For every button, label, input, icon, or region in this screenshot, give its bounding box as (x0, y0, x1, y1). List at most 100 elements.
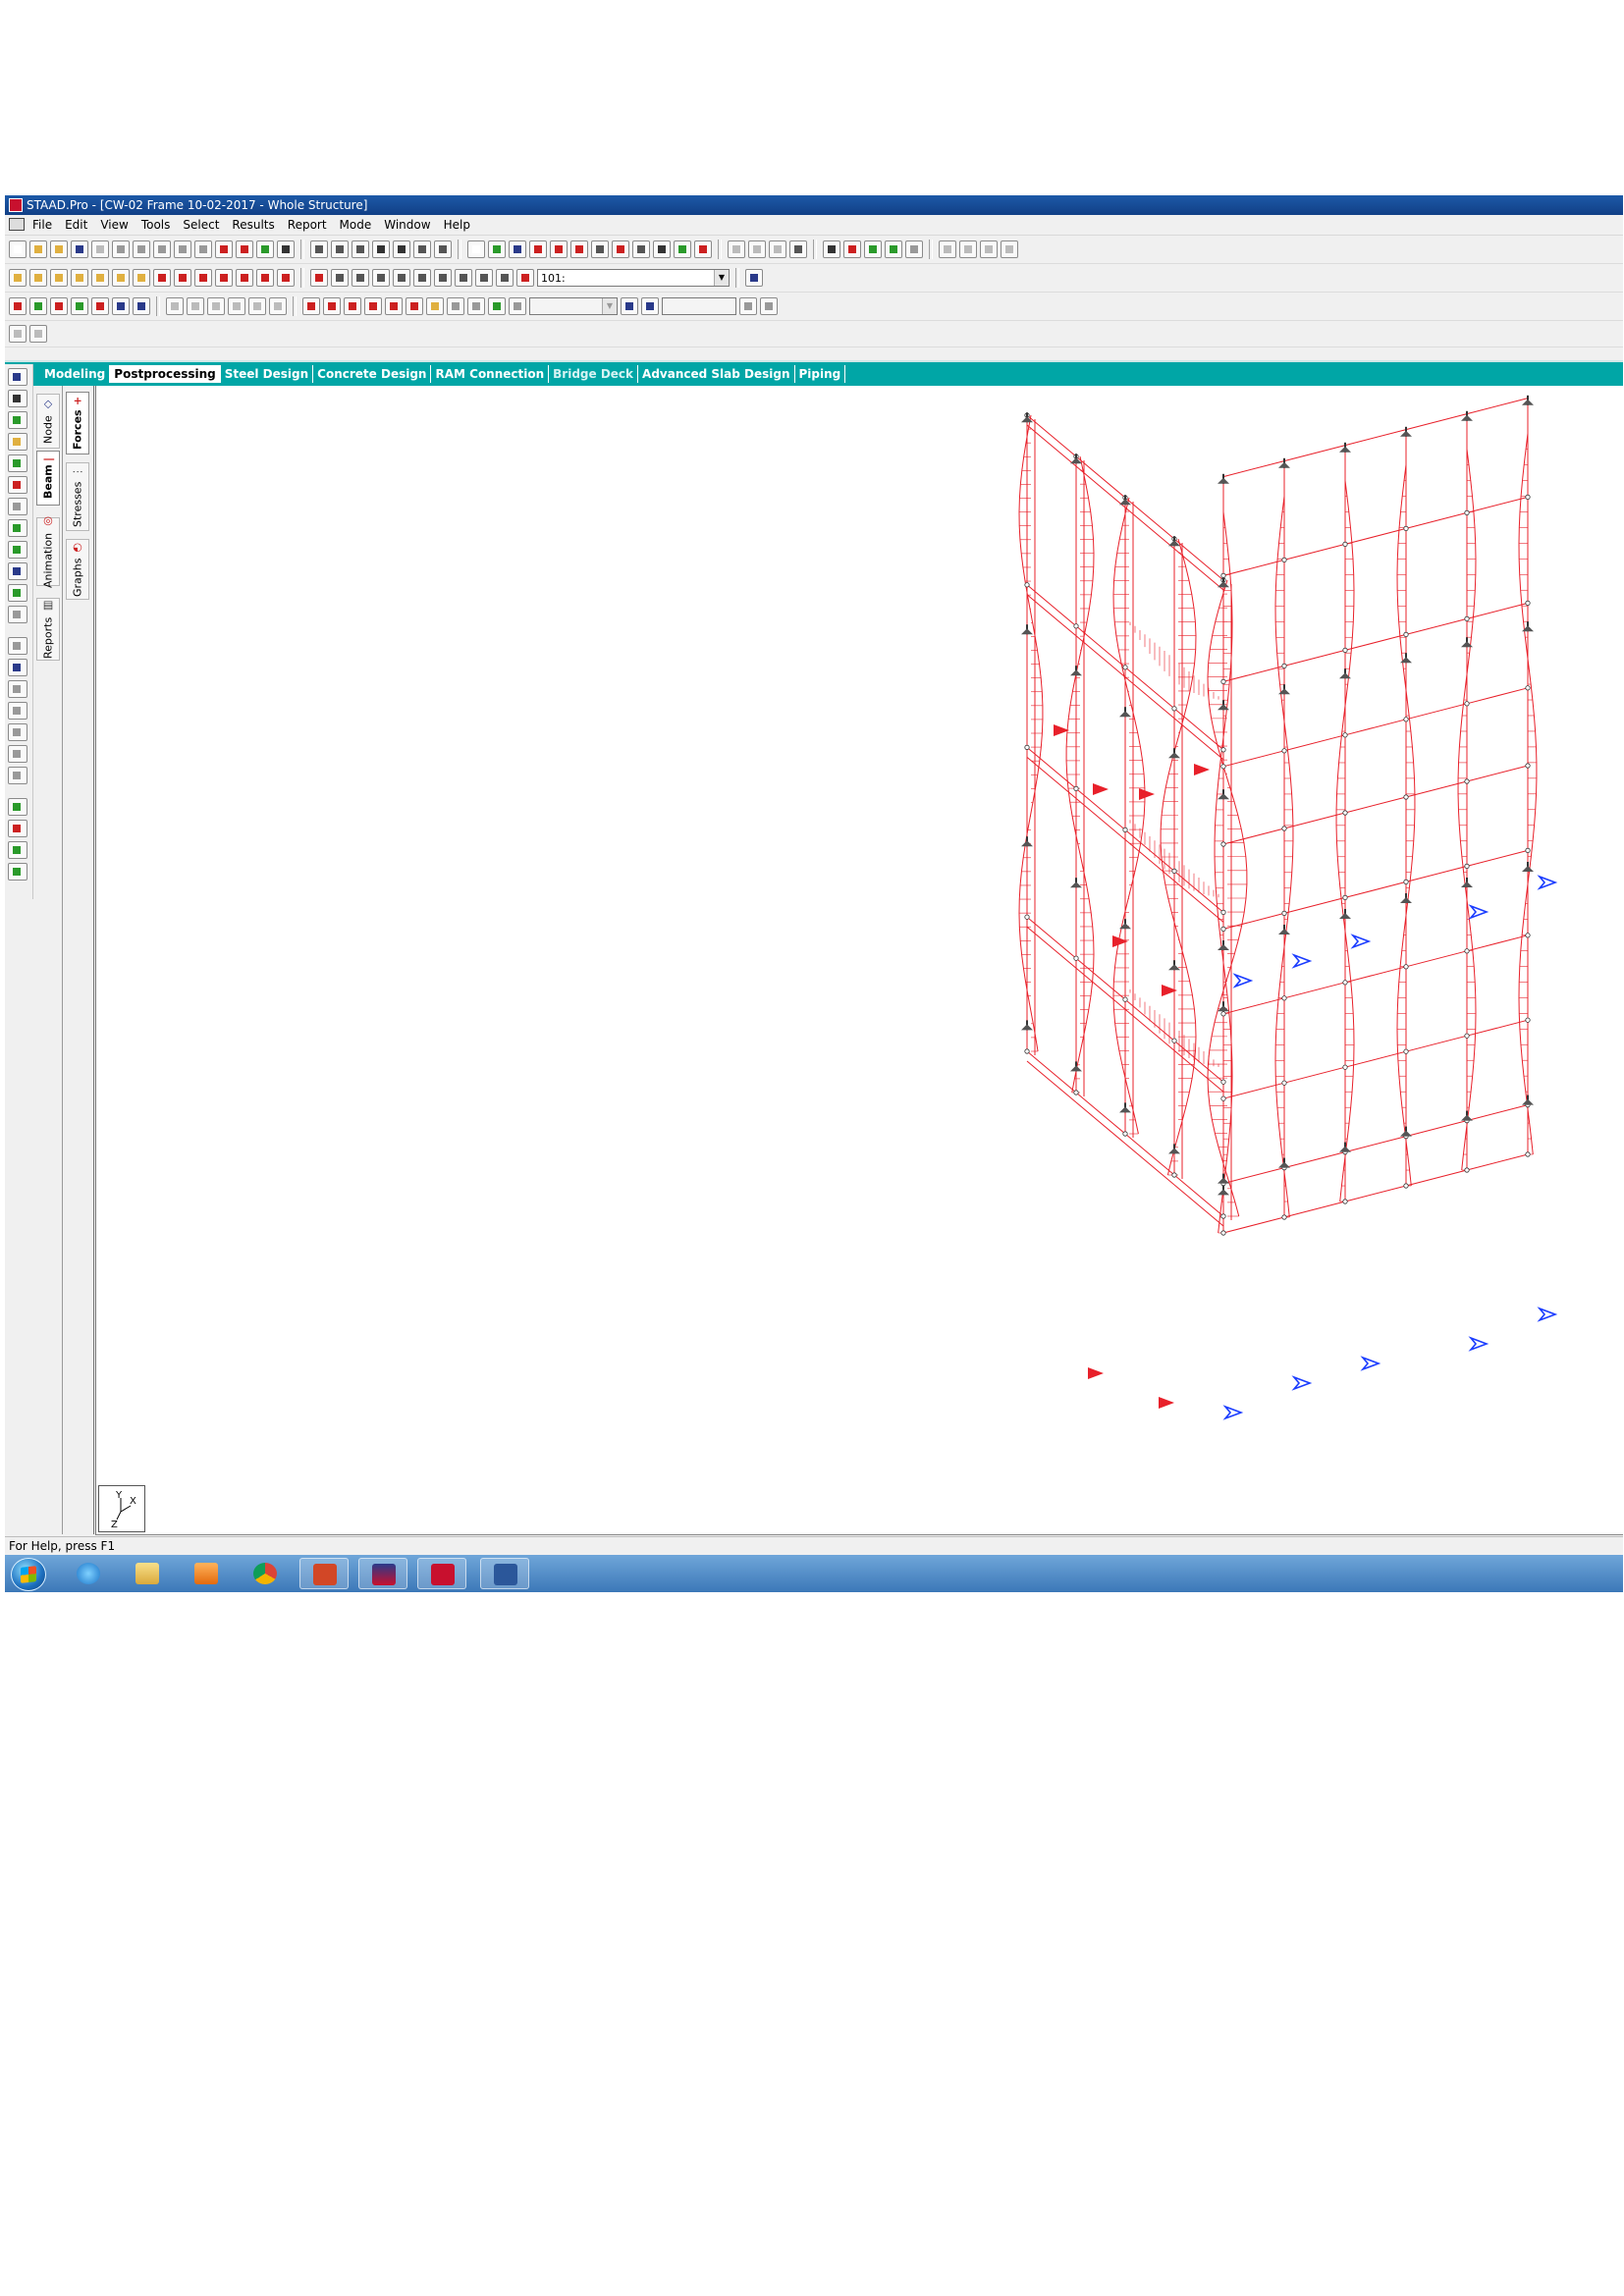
tab-steel-design[interactable]: Steel Design (221, 365, 314, 383)
chrome-icon[interactable] (241, 1558, 290, 1589)
support-icon[interactable] (8, 659, 27, 676)
pan-icon[interactable] (434, 269, 452, 287)
moment-z-icon[interactable] (406, 297, 423, 315)
structure-view-canvas[interactable]: Y X Z (95, 386, 1623, 1535)
tab-advanced-slab-design[interactable]: Advanced Slab Design (638, 365, 795, 383)
undo-icon[interactable] (174, 240, 191, 258)
print-setup-icon[interactable] (352, 240, 369, 258)
select-geometry-icon[interactable] (8, 498, 27, 515)
menu-window[interactable]: Window (384, 215, 430, 235)
force-scale-icon[interactable] (426, 297, 444, 315)
view-table-icon[interactable] (509, 240, 526, 258)
load-case-select[interactable]: 101: ▼ (537, 269, 730, 287)
beam-orientation-icon[interactable] (8, 541, 27, 559)
label-icon[interactable] (509, 297, 526, 315)
support-reaction-icon[interactable] (91, 297, 109, 315)
tab-piping[interactable]: Piping (795, 365, 846, 383)
menu-select[interactable]: Select (183, 215, 219, 235)
side-tab-beam[interactable]: Beam | (36, 451, 60, 506)
window-arrange-icon[interactable] (980, 240, 998, 258)
shear-z-icon[interactable] (344, 297, 361, 315)
geometry-cursor-icon[interactable] (269, 297, 287, 315)
group-icon[interactable] (8, 637, 27, 655)
window-cascade-icon[interactable] (959, 240, 977, 258)
mode-shape-icon[interactable] (50, 297, 68, 315)
snap-icon[interactable] (728, 240, 745, 258)
view-right-icon[interactable] (71, 269, 88, 287)
word-icon[interactable] (480, 1558, 529, 1589)
start-button-icon[interactable] (11, 1558, 46, 1591)
powerpoint-icon[interactable] (299, 1558, 349, 1589)
paste-icon[interactable] (133, 240, 150, 258)
animation-icon[interactable] (447, 297, 464, 315)
delete-icon[interactable] (153, 240, 171, 258)
view-iso-icon[interactable] (133, 269, 150, 287)
node-label-icon[interactable] (550, 240, 568, 258)
menu-report[interactable]: Report (288, 215, 327, 235)
plate-icon[interactable] (864, 240, 882, 258)
member-query-icon[interactable] (488, 297, 506, 315)
media-player-icon[interactable] (182, 1558, 231, 1589)
check-icon[interactable] (674, 240, 691, 258)
torsion-icon[interactable] (364, 297, 382, 315)
print-preview-icon[interactable] (331, 240, 349, 258)
display-whole-icon[interactable] (455, 269, 472, 287)
tab-bridge-deck[interactable]: Bridge Deck (549, 365, 639, 383)
annotation-icon[interactable] (694, 240, 712, 258)
report-setup-icon[interactable] (413, 240, 431, 258)
plate-cursor-icon[interactable] (207, 297, 225, 315)
side-tab-animation[interactable]: Animation ◎ (36, 515, 60, 588)
view-top-icon[interactable] (91, 269, 109, 287)
spin-right-icon[interactable] (256, 269, 274, 287)
download-icon[interactable] (760, 297, 778, 315)
label-beams-icon[interactable] (8, 820, 27, 837)
section-select[interactable]: ▼ (529, 297, 618, 315)
measure-icon[interactable] (591, 240, 609, 258)
stress-contour-icon[interactable] (112, 297, 130, 315)
help-icon[interactable] (745, 269, 763, 287)
save-icon[interactable] (71, 240, 88, 258)
stop-icon[interactable] (236, 240, 253, 258)
value-field[interactable] (662, 297, 736, 315)
menu-view[interactable]: View (100, 215, 128, 235)
moment-y-icon[interactable] (385, 297, 403, 315)
results-setup-icon[interactable] (9, 297, 27, 315)
side-tab-stresses[interactable]: Stresses ⋮ (66, 462, 89, 531)
view-left-icon[interactable] (50, 269, 68, 287)
snapshot-icon[interactable] (393, 240, 410, 258)
select-surfaces-icon[interactable] (8, 476, 27, 494)
tab-ram-connection[interactable]: RAM Connection (431, 365, 550, 383)
zoom-previous-icon[interactable] (413, 269, 431, 287)
shear-y-icon[interactable] (323, 297, 341, 315)
side-tab-graphs[interactable]: Graphs ◔ (66, 539, 89, 600)
label-nodes-icon[interactable] (8, 798, 27, 816)
symbols-icon[interactable] (632, 240, 650, 258)
cursor-icon[interactable] (8, 390, 27, 407)
camera-icon[interactable] (372, 240, 390, 258)
side-tab-forces[interactable]: Forces + (66, 392, 89, 454)
dimension-icon[interactable] (529, 240, 547, 258)
select-page-icon[interactable] (467, 240, 485, 258)
new-view-icon[interactable] (475, 269, 493, 287)
document-icon[interactable] (434, 240, 452, 258)
rotate-right-icon[interactable] (215, 269, 233, 287)
graph-icon[interactable] (133, 297, 150, 315)
document-window-icon[interactable] (9, 218, 25, 231)
staad-taskbar-icon[interactable] (358, 1558, 407, 1589)
open-folder-icon[interactable] (50, 240, 68, 258)
menu-mode[interactable]: Mode (340, 215, 372, 235)
select-plates-icon[interactable] (8, 433, 27, 451)
print-icon[interactable] (310, 240, 328, 258)
window-tile-icon[interactable] (939, 240, 956, 258)
render-icon[interactable] (516, 269, 534, 287)
zoom-extents-icon[interactable] (310, 269, 328, 287)
select-beams-icon[interactable] (8, 411, 27, 429)
menu-file[interactable]: File (32, 215, 52, 235)
label-solids-icon[interactable] (8, 863, 27, 881)
info-icon[interactable] (641, 297, 659, 315)
redo-icon[interactable] (194, 240, 212, 258)
beam-icon[interactable] (843, 240, 861, 258)
file-explorer-icon[interactable] (123, 1558, 172, 1589)
zoom-window-icon[interactable] (331, 269, 349, 287)
deflection-icon[interactable] (29, 297, 47, 315)
